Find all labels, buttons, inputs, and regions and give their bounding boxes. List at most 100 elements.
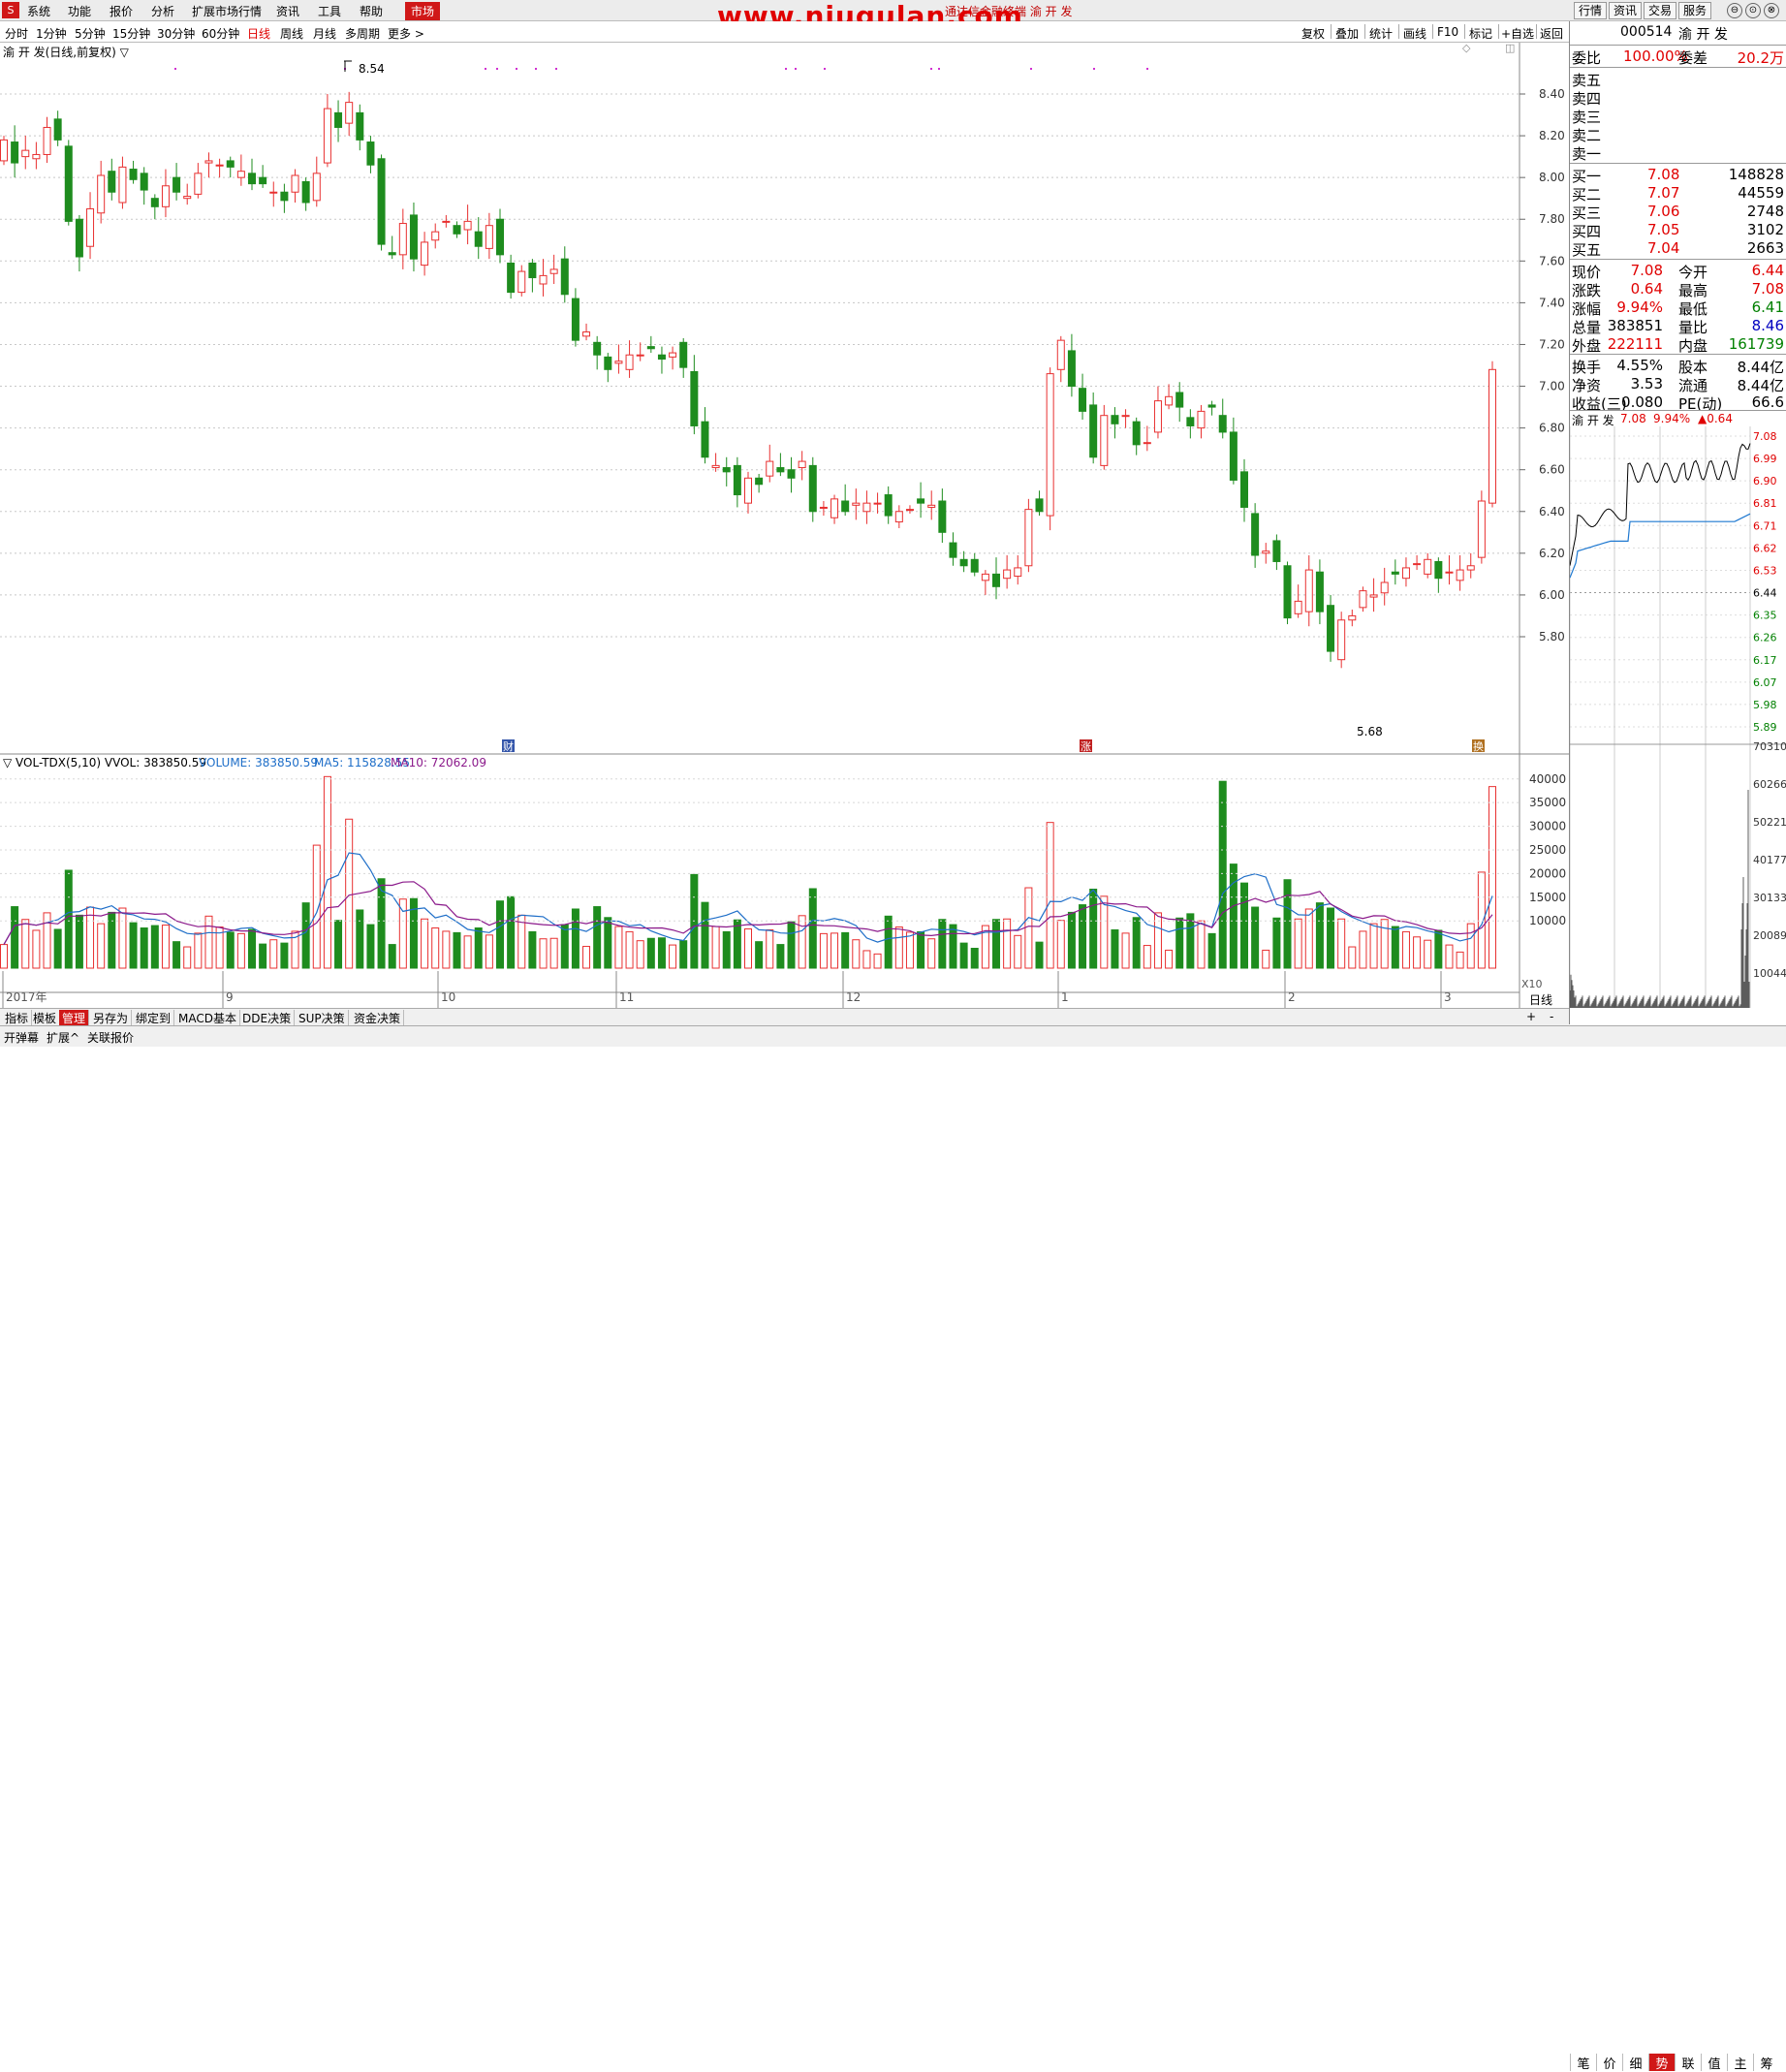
- candle-body: [280, 191, 289, 202]
- period-tab[interactable]: 15分钟: [112, 25, 150, 42]
- volume-bar: [1218, 780, 1227, 969]
- tool-add-favorite[interactable]: +自选: [1501, 25, 1534, 42]
- menu-analysis[interactable]: 分析: [151, 3, 174, 19]
- rtab-chips[interactable]: 筹: [1753, 2054, 1779, 2072]
- stat-row: 涨跌 0.64 最高 7.08: [1572, 280, 1784, 299]
- zoom-out-button[interactable]: -: [1547, 1010, 1556, 1023]
- rtab-trades[interactable]: 笔: [1570, 2054, 1596, 2072]
- tab-macd[interactable]: MACD基本: [175, 1010, 240, 1026]
- candle-body: [517, 270, 526, 294]
- intraday-chart[interactable]: 7.08 6.99 6.90 6.81 6.71 6.62 6.53 6.44 6.35 6.26…: [1570, 426, 1786, 1024]
- tab-bind[interactable]: 绑定到: [133, 1010, 175, 1026]
- volume-bar: [582, 946, 591, 969]
- menu-system[interactable]: 系统: [27, 3, 50, 19]
- tool-f10[interactable]: F10: [1437, 25, 1458, 39]
- buy-4[interactable]: 买四 7.05 3102: [1570, 221, 1786, 240]
- buy-5[interactable]: 买五 7.04 2663: [1570, 239, 1786, 259]
- tool-draw[interactable]: 画线: [1403, 25, 1426, 42]
- top-btn-trade[interactable]: 交易: [1644, 2, 1677, 19]
- marker-zhang[interactable]: 涨: [1081, 740, 1091, 753]
- rtab-value[interactable]: 值: [1701, 2054, 1727, 2072]
- volume-bar: [150, 925, 159, 969]
- menu-market[interactable]: 市场: [405, 2, 441, 20]
- price-tick: 5.80: [1539, 630, 1565, 644]
- rtab-main[interactable]: 主: [1727, 2054, 1753, 2072]
- expand-toggle[interactable]: 扩展^: [47, 1029, 79, 1046]
- tab-template[interactable]: 模板: [30, 1010, 61, 1026]
- buy-3[interactable]: 买三 7.06 2748: [1570, 203, 1786, 222]
- close-icon[interactable]: ⊗: [1764, 3, 1779, 18]
- danmu-toggle[interactable]: 开弹幕: [4, 1029, 39, 1046]
- tool-overlay[interactable]: 叠加: [1335, 25, 1359, 42]
- diamond-icon[interactable]: ◇: [1462, 43, 1471, 54]
- price-tick: 6.40: [1539, 505, 1565, 518]
- sell-3[interactable]: 卖三: [1570, 107, 1786, 126]
- marker-huan[interactable]: 换: [1473, 739, 1484, 753]
- candle-body: [1251, 513, 1260, 556]
- menu-quote[interactable]: 报价: [110, 3, 133, 19]
- menu-tools[interactable]: 工具: [318, 3, 341, 19]
- sell-4[interactable]: 卖四: [1570, 88, 1786, 108]
- menu-function[interactable]: 功能: [68, 3, 91, 19]
- tab-dde[interactable]: DDE决策: [239, 1010, 296, 1026]
- rtab-trend[interactable]: 势: [1648, 2054, 1675, 2072]
- tab-save-as[interactable]: 另存为: [90, 1010, 133, 1026]
- maximize-icon[interactable]: ⊙: [1745, 3, 1761, 18]
- candle-body: [32, 153, 41, 160]
- candle-body: [646, 346, 655, 350]
- tab-sup[interactable]: SUP决策: [296, 1010, 349, 1026]
- volume-bar: [248, 928, 256, 969]
- rtab-detail[interactable]: 细: [1622, 2054, 1648, 2072]
- candle-body: [722, 467, 731, 473]
- period-indicator[interactable]: 日线: [1529, 991, 1552, 1008]
- volume-bar: [539, 938, 548, 969]
- candle-body: [1348, 614, 1357, 621]
- period-tab[interactable]: 分时: [5, 25, 28, 42]
- top-btn-quote[interactable]: 行情: [1574, 2, 1608, 19]
- menu-ext-market[interactable]: 扩展市场行情: [192, 3, 262, 19]
- tab-capital[interactable]: 资金决策: [351, 1010, 405, 1026]
- candle-body: [334, 111, 343, 128]
- period-more[interactable]: 更多 >: [388, 25, 424, 42]
- rtab-price[interactable]: 价: [1596, 2054, 1622, 2072]
- tool-fuquan[interactable]: 复权: [1301, 25, 1325, 42]
- tool-mark[interactable]: 标记: [1469, 25, 1492, 42]
- menu-info[interactable]: 资讯: [276, 3, 299, 19]
- mini-price-tick: 6.81: [1753, 497, 1777, 510]
- top-btn-news[interactable]: 资讯: [1609, 2, 1643, 19]
- candle-body: [905, 509, 914, 512]
- marker-cai[interactable]: 财: [503, 739, 514, 753]
- mini-price-tick: 5.89: [1753, 721, 1777, 734]
- rtab-link[interactable]: 联: [1675, 2054, 1701, 2072]
- kline-chart[interactable]: 渝 开 发(日线,前复权) ▽ 8.40 8.20 8.00 7.80 7.60 7.40…: [0, 43, 1569, 1008]
- signal-dot: [930, 68, 932, 70]
- volume-bar: [808, 888, 817, 969]
- sell-5[interactable]: 卖五: [1570, 70, 1786, 89]
- tool-back[interactable]: 返回: [1540, 25, 1563, 42]
- tab-manage[interactable]: 管理: [59, 1010, 90, 1026]
- period-tab[interactable]: 月线: [313, 25, 336, 42]
- period-tab[interactable]: 30分钟: [157, 25, 195, 42]
- linked-quote[interactable]: 关联报价: [87, 1029, 134, 1046]
- sell-2[interactable]: 卖二: [1570, 125, 1786, 144]
- tab-indicator[interactable]: 指标: [2, 1010, 33, 1026]
- sell-1[interactable]: 卖一: [1570, 143, 1786, 163]
- minimize-icon[interactable]: ⊖: [1727, 3, 1742, 18]
- period-tab[interactable]: 1分钟: [36, 25, 67, 42]
- period-tab-active[interactable]: 日线: [247, 25, 270, 42]
- candle-body: [841, 500, 850, 513]
- period-tab[interactable]: 周线: [280, 25, 303, 42]
- menu-help[interactable]: 帮助: [360, 3, 383, 19]
- period-tab[interactable]: 多周期: [345, 25, 380, 42]
- top-btn-service[interactable]: 服务: [1678, 2, 1712, 19]
- buy-1[interactable]: 买一 7.08 148828: [1570, 166, 1786, 185]
- volume-bar: [388, 944, 396, 969]
- period-tab[interactable]: 60分钟: [202, 25, 239, 42]
- candle-body: [528, 262, 537, 279]
- panel-icon[interactable]: ◫: [1505, 43, 1515, 54]
- buy-2[interactable]: 买二 7.07 44559: [1570, 184, 1786, 204]
- tool-stats[interactable]: 统计: [1369, 25, 1393, 42]
- period-tab[interactable]: 5分钟: [75, 25, 106, 42]
- volume-bar: [366, 924, 375, 969]
- zoom-in-button[interactable]: +: [1523, 1010, 1539, 1023]
